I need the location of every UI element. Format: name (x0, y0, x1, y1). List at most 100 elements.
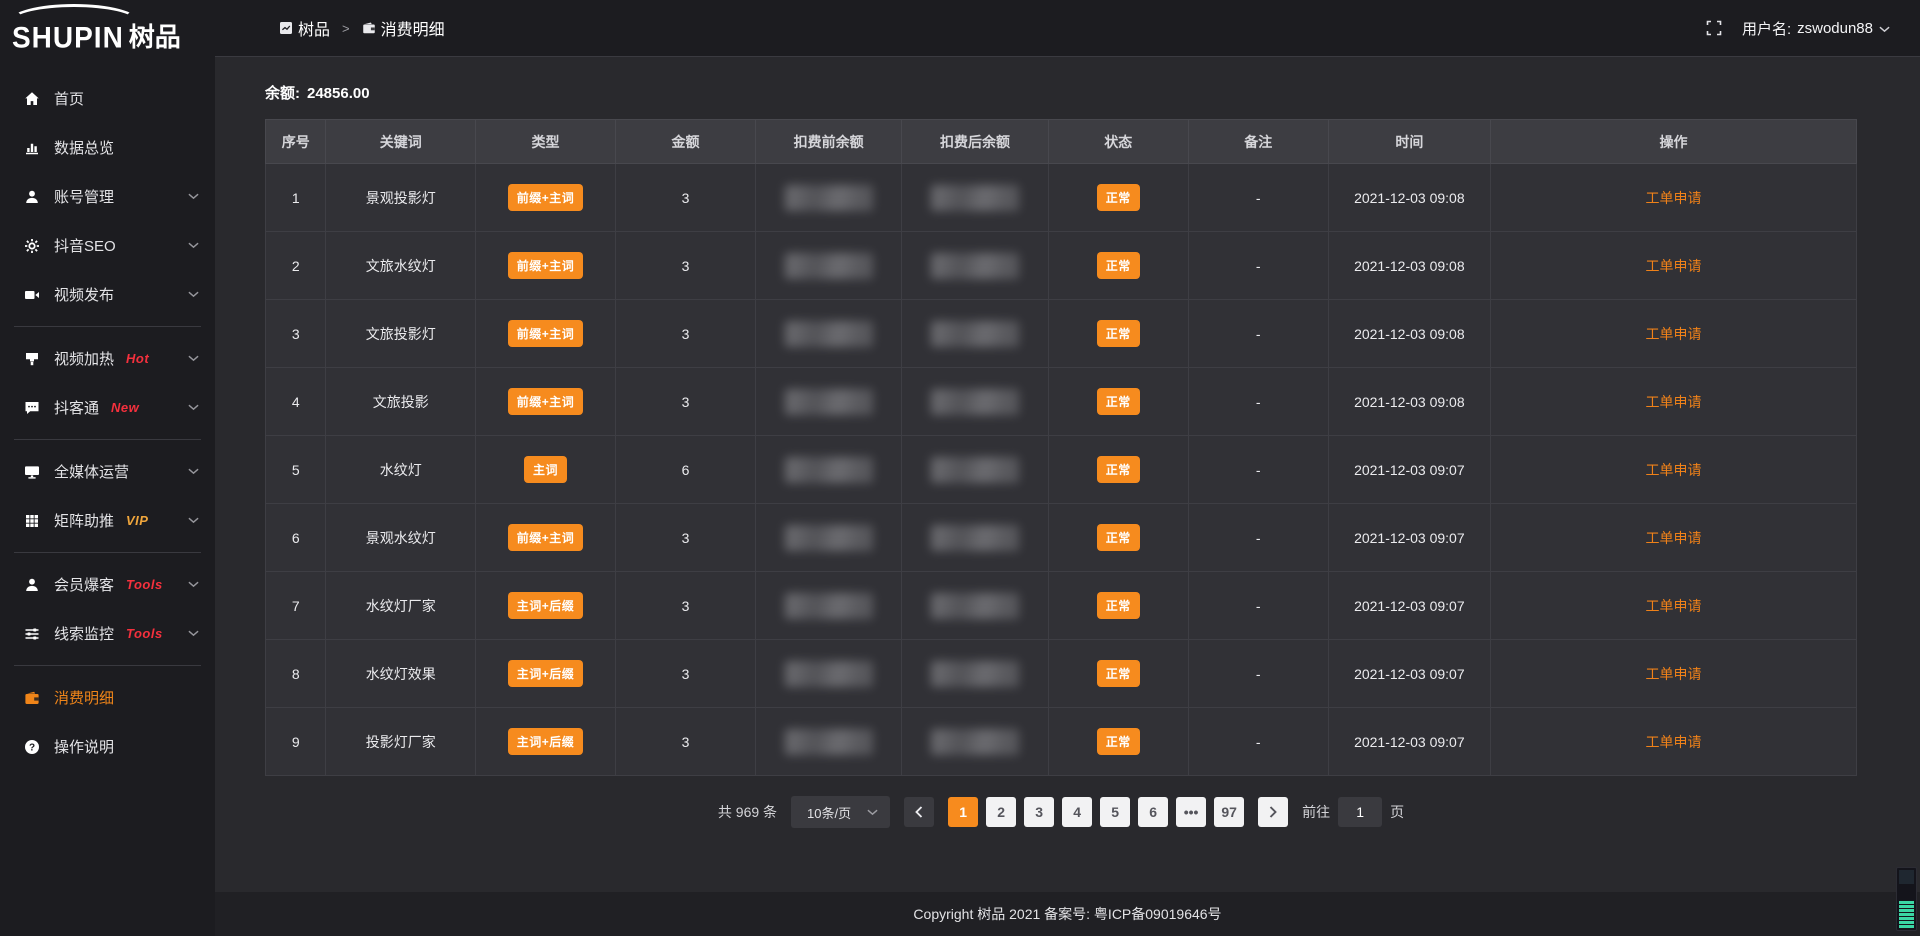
bar-chart-icon (24, 140, 42, 156)
sidebar-item-douketong[interactable]: 抖客通New (0, 383, 215, 432)
work-order-link[interactable]: 工单申请 (1646, 666, 1702, 682)
masked-balance-after (931, 389, 1019, 415)
chat-icon (24, 400, 42, 416)
work-order-link[interactable]: 工单申请 (1646, 394, 1702, 410)
row-balance-after (902, 436, 1048, 504)
row-balance-after (902, 708, 1048, 776)
sidebar-item-matrix-boost[interactable]: 矩阵助推VIP (0, 496, 215, 545)
row-action-cell: 工单申请 (1491, 368, 1857, 436)
masked-balance-before (785, 457, 873, 483)
masked-balance-after (931, 525, 1019, 551)
username: zswodun88 (1797, 20, 1873, 37)
sidebar-item-data-overview[interactable]: 数据总览 (0, 123, 215, 172)
sidebar-item-clue-monitor[interactable]: 线索监控Tools (0, 609, 215, 658)
type-badge: 主词+后缀 (508, 728, 584, 755)
type-badge: 主词+后缀 (508, 660, 584, 687)
pager-page-1[interactable]: 1 (948, 797, 978, 827)
row-status-cell: 正常 (1048, 164, 1188, 232)
row-keyword: 投影灯厂家 (326, 708, 476, 776)
pager-page-5[interactable]: 5 (1100, 797, 1130, 827)
sidebar-item-member-baoke[interactable]: 会员爆客Tools (0, 560, 215, 609)
pager-pages: 123456 ••• 97 (948, 797, 1244, 827)
pager-page-97[interactable]: 97 (1214, 797, 1244, 827)
status-badge: 正常 (1097, 728, 1140, 755)
balance-value: 24856.00 (307, 85, 370, 102)
chevron-down-icon (188, 193, 199, 200)
pager-page-2[interactable]: 2 (986, 797, 1016, 827)
work-order-link[interactable]: 工单申请 (1646, 598, 1702, 614)
work-order-link[interactable]: 工单申请 (1646, 190, 1702, 206)
work-order-link[interactable]: 工单申请 (1646, 258, 1702, 274)
masked-balance-before (785, 253, 873, 279)
logo-text-en: SHUPIN (12, 21, 124, 55)
sidebar-item-omni-media[interactable]: 全媒体运营 (0, 447, 215, 496)
type-badge: 前缀+主词 (508, 320, 584, 347)
type-badge: 前缀+主词 (508, 252, 584, 279)
stats-widget (1896, 867, 1917, 931)
pager-page-3[interactable]: 3 (1024, 797, 1054, 827)
sidebar-item-label: 视频加热 (54, 348, 114, 369)
pagination-total: 共 969 条 (718, 802, 777, 822)
sidebar-item-consumption-detail[interactable]: 消费明细 (0, 673, 215, 722)
sidebar-item-instructions[interactable]: ?操作说明 (0, 722, 215, 771)
row-keyword: 文旅投影 (326, 368, 476, 436)
row-time: 2021-12-03 09:08 (1328, 232, 1490, 300)
sidebar-item-account-management[interactable]: 账号管理 (0, 172, 215, 221)
chevron-down-icon (188, 404, 199, 411)
table-row: 6景观水纹灯前缀+主词3正常-2021-12-03 09:07工单申请 (266, 504, 1857, 572)
work-order-link[interactable]: 工单申请 (1646, 326, 1702, 342)
breadcrumb-current[interactable]: 消费明细 (362, 16, 445, 40)
work-order-link[interactable]: 工单申请 (1646, 530, 1702, 546)
masked-balance-after (931, 321, 1019, 347)
pager-page-6[interactable]: 6 (1138, 797, 1168, 827)
table-row: 3文旅投影灯前缀+主词3正常-2021-12-03 09:08工单申请 (266, 300, 1857, 368)
sidebar-item-tag: Tools (126, 626, 163, 641)
row-type-cell: 主词+后缀 (476, 708, 616, 776)
table-row: 7水纹灯厂家主词+后缀3正常-2021-12-03 09:07工单申请 (266, 572, 1857, 640)
work-order-link[interactable]: 工单申请 (1646, 734, 1702, 750)
page-size-select[interactable]: 10条/页 (791, 796, 890, 828)
breadcrumb-separator: > (342, 21, 350, 36)
row-remark: - (1188, 504, 1328, 572)
sidebar-item-label: 会员爆客 (54, 574, 114, 595)
pager-next-button[interactable] (1258, 797, 1288, 827)
goto-page-input[interactable] (1338, 797, 1382, 827)
sidebar-item-douyin-seo[interactable]: 抖音SEO (0, 221, 215, 270)
pager-prev-button[interactable] (904, 797, 934, 827)
row-keyword: 文旅水纹灯 (326, 232, 476, 300)
status-badge: 正常 (1097, 184, 1140, 211)
row-index: 6 (266, 504, 326, 572)
sidebar-item-video-publish[interactable]: 视频发布 (0, 270, 215, 319)
sidebar-item-label: 抖客通 (54, 397, 99, 418)
chevron-down-icon (188, 630, 199, 637)
user-menu[interactable]: 用户名: zswodun88 (1742, 18, 1890, 39)
video-icon (24, 287, 42, 303)
row-index: 8 (266, 640, 326, 708)
copyright-text: Copyright 树品 2021 备案号: 粤ICP备09019646号 (913, 904, 1221, 924)
column-header: 类型 (476, 120, 616, 164)
row-balance-before (756, 572, 902, 640)
row-balance-after (902, 504, 1048, 572)
type-badge: 主词+后缀 (508, 592, 584, 619)
status-badge: 正常 (1097, 388, 1140, 415)
sliders-icon (24, 626, 42, 642)
status-badge: 正常 (1097, 252, 1140, 279)
pager-ellipsis[interactable]: ••• (1176, 797, 1206, 827)
chevron-down-icon (188, 291, 199, 298)
masked-balance-before (785, 729, 873, 755)
column-header: 扣费前余额 (756, 120, 902, 164)
breadcrumb: 树品 > 消费明细 (279, 16, 445, 40)
pager-page-4[interactable]: 4 (1062, 797, 1092, 827)
masked-balance-after (931, 593, 1019, 619)
sidebar-divider (14, 552, 201, 553)
masked-balance-after (931, 661, 1019, 687)
row-status-cell: 正常 (1048, 708, 1188, 776)
sidebar-item-video-heat[interactable]: 视频加热Hot (0, 334, 215, 383)
fullscreen-icon[interactable] (1706, 20, 1722, 36)
breadcrumb-home[interactable]: 树品 (279, 16, 330, 40)
work-order-link[interactable]: 工单申请 (1646, 462, 1702, 478)
row-keyword: 水纹灯 (326, 436, 476, 504)
row-balance-after (902, 368, 1048, 436)
breadcrumb-home-label: 树品 (298, 16, 330, 40)
sidebar-item-home[interactable]: 首页 (0, 74, 215, 123)
